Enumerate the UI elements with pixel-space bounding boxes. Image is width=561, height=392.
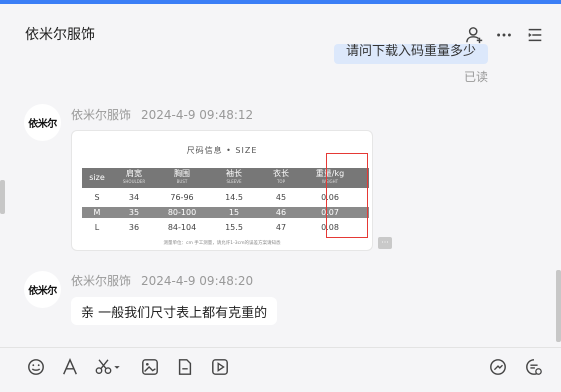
avatar-text: 依米尔 (28, 286, 57, 297)
left-scrollbar[interactable] (0, 180, 5, 214)
header-cn: 衣长 (273, 169, 289, 178)
emoji-icon[interactable] (25, 356, 47, 378)
chat-title: 依米尔服饰 (25, 27, 95, 43)
table-cell: 45 (275, 193, 287, 202)
image-icon[interactable] (139, 356, 161, 378)
previous-message-bubble: 请问下载入码重量多少 (334, 44, 488, 64)
image-more-button[interactable]: ··· (378, 237, 392, 249)
header-cn: 肩宽 (126, 169, 142, 178)
header-cell: 肩宽 SHOULDER (112, 170, 156, 186)
table-cell: S (94, 193, 100, 202)
header-cell: size (82, 174, 112, 182)
chat-record-icon[interactable] (523, 356, 545, 378)
table-cell: 15 (228, 208, 240, 217)
message-bubble[interactable]: 亲 一般我们尺寸表上都有克重的 (71, 297, 278, 325)
message-time: 2024-4-9 09:48:12 (141, 108, 254, 122)
header-cn: size (89, 173, 105, 182)
previous-message-text: 请问下载入码重量多少 (346, 44, 477, 59)
table-cell: M (93, 208, 101, 217)
weight-column-highlight (326, 153, 368, 238)
message-meta: 依米尔服饰 2024-4-9 09:48:12 (71, 106, 253, 123)
avatar[interactable]: 依米尔 (24, 271, 61, 308)
sender-name: 依米尔服饰 (71, 108, 132, 122)
avatar[interactable]: 依米尔 (24, 104, 61, 141)
header-cell: 衣长 TOP (260, 170, 302, 186)
chat-scrollbar[interactable] (556, 270, 561, 342)
table-cell: 80-100 (167, 208, 197, 217)
list-icon[interactable] (525, 25, 545, 45)
message-text: 亲 一般我们尺寸表上都有克重的 (81, 305, 268, 321)
message-meta: 依米尔服饰 2024-4-9 09:48:20 (71, 272, 253, 289)
video-icon[interactable] (209, 356, 231, 378)
header-en: SHOULDER (122, 179, 146, 184)
header-cell: 袖长 SLEEVE (208, 170, 260, 186)
table-cell: 84-104 (167, 223, 197, 232)
table-cell: 15.5 (225, 223, 243, 232)
header-cn: 袖长 (226, 169, 242, 178)
add-person-icon[interactable] (465, 25, 485, 45)
sender-name: 依米尔服饰 (71, 274, 132, 288)
font-icon[interactable] (59, 356, 81, 378)
quick-reply-icon[interactable] (487, 356, 509, 378)
header-cell: 胸围 BUST (156, 170, 208, 186)
message-time: 2024-4-9 09:48:20 (141, 274, 254, 288)
header-en: SLEEVE (226, 179, 242, 184)
header-cn: 胸围 (174, 169, 190, 178)
table-cell: 35 (128, 208, 140, 217)
file-icon[interactable] (174, 356, 196, 378)
avatar-text: 依米尔 (28, 119, 57, 130)
header-en: TOP (276, 179, 285, 184)
table-cell: 36 (128, 223, 140, 232)
table-cell: 46 (275, 208, 287, 217)
read-status: 已读 (464, 70, 489, 84)
size-chart-footnote: 测量单位：cm 手工测量，请允许1-3cm的误差方案请知悉 (163, 241, 281, 246)
header-en: BUST (176, 179, 188, 184)
scissors-icon[interactable] (93, 356, 123, 378)
table-cell: 34 (128, 193, 140, 202)
table-cell: L (94, 223, 100, 232)
table-cell: 76-96 (170, 193, 194, 202)
input-divider (0, 347, 561, 348)
more-icon[interactable] (494, 25, 514, 45)
table-cell: 14.5 (225, 193, 243, 202)
table-cell: 47 (275, 223, 287, 232)
